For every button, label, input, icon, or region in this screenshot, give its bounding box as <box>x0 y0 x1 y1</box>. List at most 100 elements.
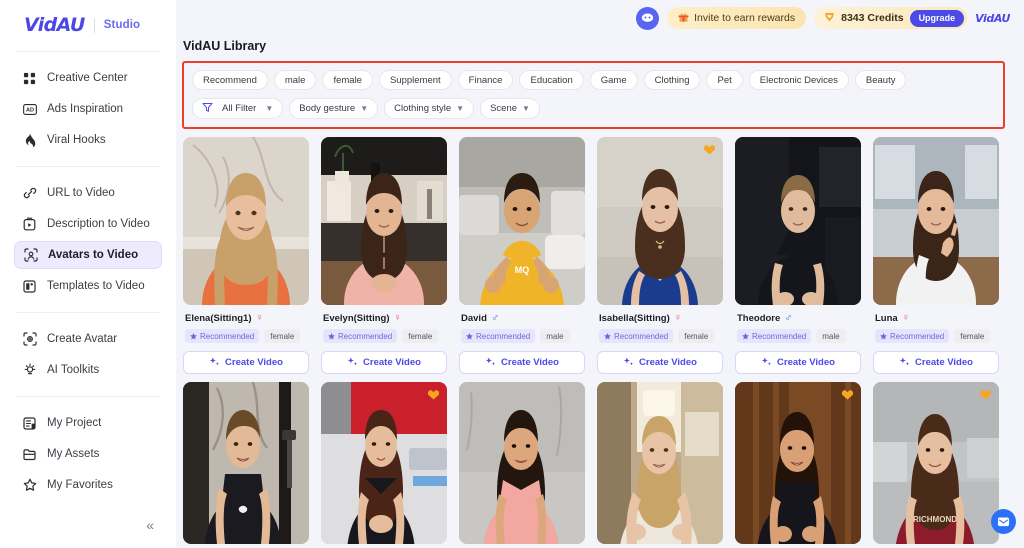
avatar-card[interactable]: Isabella(Sitting) ♀ Recommended female C… <box>597 137 723 374</box>
create-video-button[interactable]: Create Video <box>873 351 999 374</box>
chip-pet[interactable]: Pet <box>706 70 743 90</box>
avatar-image <box>597 382 723 544</box>
sidebar-item-viral-hooks[interactable]: Viral Hooks <box>14 126 162 154</box>
sidebar-item-my-favorites[interactable]: My Favorites <box>14 471 162 499</box>
avatar-image <box>183 382 309 544</box>
chip-clothing[interactable]: Clothing <box>643 70 701 90</box>
clothing-style-dropdown[interactable]: Clothing style ▼ <box>384 98 475 119</box>
chevron-down-icon: ▼ <box>360 104 369 113</box>
body-gesture-label: Body gesture <box>299 103 356 114</box>
avatar-card[interactable]: Luna ♀ Recommended female Create Video <box>873 137 999 374</box>
avatar-image <box>735 137 861 305</box>
favorite-heart-icon[interactable] <box>427 388 440 401</box>
chip-electronic-devices[interactable]: Electronic Devices <box>748 70 849 90</box>
vidau-logo: VidAU <box>24 14 85 36</box>
sidebar-item-avatars-to-video[interactable]: Avatars to Video <box>14 241 162 269</box>
collapse-sidebar-button[interactable]: « <box>146 518 154 532</box>
star-icon <box>742 332 749 339</box>
sidebar-item-my-project[interactable]: My Project <box>14 409 162 437</box>
avatar-thumbnail[interactable] <box>321 382 447 544</box>
favorite-heart-icon[interactable] <box>979 388 992 401</box>
avatar-card[interactable]: Theodore ♂ Recommended male Create Video <box>735 137 861 374</box>
sidebar-item-creative-center[interactable]: Creative Center <box>14 64 162 92</box>
upgrade-button[interactable]: Upgrade <box>909 9 965 27</box>
create-video-button[interactable]: Create Video <box>459 351 585 374</box>
recommended-label: Recommended <box>476 331 531 341</box>
avatar-card[interactable] <box>735 382 861 544</box>
avatar-thumbnail[interactable] <box>735 137 861 305</box>
star-icon <box>22 478 37 493</box>
sidebar-item-label: My Favorites <box>47 479 113 491</box>
invite-to-earn-rewards-button[interactable]: Invite to earn rewards <box>667 7 807 29</box>
body-gesture-dropdown[interactable]: Body gesture ▼ <box>289 98 379 119</box>
avatar-thumbnail[interactable] <box>597 137 723 305</box>
avatar-thumbnail[interactable]: RICHMOND <box>873 382 999 544</box>
avatar-frame-icon <box>23 248 38 263</box>
page-title: VidAU Library <box>183 39 267 53</box>
avatar-card[interactable]: MQ David ♂ Recommended male Create Video <box>459 137 585 374</box>
recommended-label: Recommended <box>338 331 393 341</box>
sparkle-icon <box>899 357 910 366</box>
avatar-thumbnail[interactable] <box>873 137 999 305</box>
sidebar-item-ai-toolkits[interactable]: AI Toolkits <box>14 356 162 384</box>
sidebar-item-create-avatar[interactable]: Create Avatar <box>14 325 162 353</box>
avatar-name-row: David ♂ <box>459 305 585 325</box>
avatar-card[interactable]: RICHMOND <box>873 382 999 544</box>
chip-recommend[interactable]: Recommend <box>192 70 268 90</box>
avatar-thumbnail[interactable] <box>183 382 309 544</box>
avatar-card[interactable] <box>459 382 585 544</box>
create-video-button[interactable]: Create Video <box>321 351 447 374</box>
create-video-label: Create Video <box>225 357 283 368</box>
avatar-thumbnail[interactable] <box>321 137 447 305</box>
sidebar-item-url-to-video[interactable]: URL to Video <box>14 179 162 207</box>
gender-male-icon: ♂ <box>490 312 500 324</box>
brand-separator <box>93 17 95 33</box>
avatar-thumbnail[interactable] <box>183 137 309 305</box>
chevron-down-icon: ▼ <box>522 104 530 113</box>
avatar-card[interactable] <box>321 382 447 544</box>
sidebar-item-my-assets[interactable]: My Assets <box>14 440 162 468</box>
chip-supplement[interactable]: Supplement <box>378 70 452 90</box>
flame-icon <box>22 133 37 148</box>
avatar-image <box>873 137 999 305</box>
scene-dropdown[interactable]: Scene ▼ <box>480 98 540 119</box>
avatar-card[interactable]: Elena(Sitting1) ♀ Recommended female Cre… <box>183 137 309 374</box>
avatar-image <box>459 382 585 544</box>
favorite-heart-icon[interactable] <box>841 388 854 401</box>
chip-female[interactable]: female <box>322 70 373 90</box>
chat-bubble-icon[interactable] <box>991 509 1016 534</box>
chip-education[interactable]: Education <box>519 70 584 90</box>
avatar-card[interactable]: Evelyn(Sitting) ♀ Recommended female Cre… <box>321 137 447 374</box>
chip-male[interactable]: male <box>273 70 317 90</box>
credits-pill: 8343 Credits Upgrade <box>814 7 968 29</box>
all-filter-dropdown[interactable]: All Filter ▼ <box>192 98 284 119</box>
create-video-button[interactable]: Create Video <box>183 351 309 374</box>
chip-finance[interactable]: Finance <box>457 70 514 90</box>
favorite-heart-icon[interactable] <box>703 143 716 156</box>
create-video-button[interactable]: Create Video <box>597 351 723 374</box>
discord-icon[interactable] <box>636 6 660 30</box>
brand[interactable]: VidAU Studio <box>0 0 176 48</box>
sidebar-item-description-to-video[interactable]: Description to Video <box>14 210 162 238</box>
gender-female-icon: ♀ <box>255 312 264 324</box>
create-video-button[interactable]: Create Video <box>735 351 861 374</box>
invite-label: Invite to earn rewards <box>694 12 796 24</box>
sidebar-item-label: Ads Inspiration <box>47 103 124 115</box>
recommended-label: Recommended <box>890 331 945 341</box>
category-chip-row: Recommend male female Supplement Finance… <box>192 70 995 90</box>
sidebar-item-ads-inspiration[interactable]: AD Ads Inspiration <box>14 95 162 123</box>
sidebar-item-label: Templates to Video <box>47 280 145 292</box>
nav-divider <box>16 51 160 52</box>
vidau-top-logo[interactable]: VidAU <box>975 12 1010 25</box>
sidebar-item-templates-to-video[interactable]: Templates to Video <box>14 272 162 300</box>
avatar-card[interactable] <box>597 382 723 544</box>
chip-game[interactable]: Game <box>589 70 638 90</box>
avatar-thumbnail[interactable] <box>735 382 861 544</box>
avatar-frame-icon <box>22 332 37 347</box>
main-content: Invite to earn rewards 8343 Credits Upgr… <box>176 0 1024 548</box>
chip-beauty[interactable]: Beauty <box>854 70 907 90</box>
avatar-thumbnail[interactable] <box>459 382 585 544</box>
avatar-thumbnail[interactable]: MQ <box>459 137 585 305</box>
avatar-thumbnail[interactable] <box>597 382 723 544</box>
avatar-card[interactable] <box>183 382 309 544</box>
